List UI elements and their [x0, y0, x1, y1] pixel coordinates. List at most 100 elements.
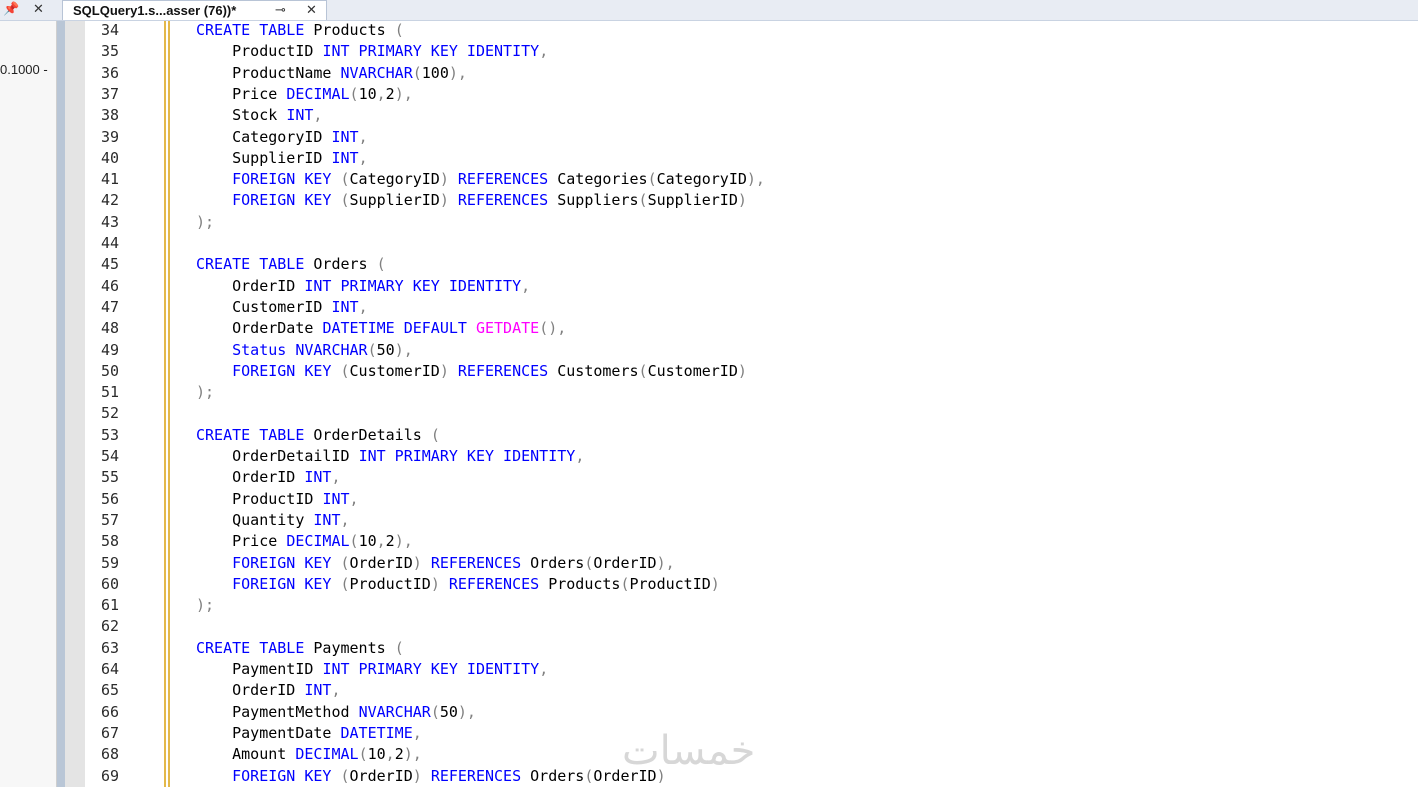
- code-text[interactable]: OrderDate DATETIME DEFAULT GETDATE(),: [196, 318, 566, 339]
- code-line[interactable]: 54 OrderDetailID INT PRIMARY KEY IDENTIT…: [65, 446, 1418, 467]
- query-tab-title[interactable]: SQLQuery1.s...asser (76))*: [73, 1, 236, 20]
- code-line[interactable]: 63 CREATE TABLE Payments (: [65, 638, 1418, 659]
- line-number: 53: [100, 425, 119, 444]
- sql-keyword: INT PRIMARY KEY IDENTITY: [358, 447, 576, 465]
- code-line[interactable]: 61);: [65, 595, 1418, 616]
- code-text[interactable]: OrderDetailID INT PRIMARY KEY IDENTITY,: [196, 446, 584, 467]
- sql-identifier: OrderDetailID: [196, 447, 359, 465]
- sql-identifier: 50: [376, 340, 395, 359]
- code-line[interactable]: 57 Quantity INT,: [65, 510, 1418, 531]
- code-text[interactable]: );: [196, 212, 214, 233]
- sql-punctuation: (: [340, 574, 350, 593]
- line-number: 66: [100, 702, 119, 721]
- code-text[interactable]: CREATE TABLE OrderDetails (: [196, 425, 440, 446]
- code-text[interactable]: CREATE TABLE Orders (: [196, 254, 386, 275]
- sql-punctuation: (: [430, 702, 440, 721]
- code-text[interactable]: CategoryID INT,: [196, 127, 367, 148]
- query-editor[interactable]: 34 CREATE TABLE Products (35 ProductID IN…: [65, 21, 1418, 787]
- code-line[interactable]: 46 OrderID INT PRIMARY KEY IDENTITY,: [65, 276, 1418, 297]
- code-line[interactable]: 65 OrderID INT,: [65, 680, 1418, 701]
- code-line[interactable]: 40 SupplierID INT,: [65, 148, 1418, 169]
- line-number: 59: [100, 553, 119, 572]
- code-line[interactable]: 58 Price DECIMAL(10,2),: [65, 531, 1418, 552]
- code-line[interactable]: 66 PaymentMethod NVARCHAR(50),: [65, 702, 1418, 723]
- code-text[interactable]: OrderID INT,: [196, 680, 340, 701]
- code-text[interactable]: FOREIGN KEY (CategoryID) REFERENCES Cate…: [196, 169, 765, 190]
- sql-keyword: CREATE TABLE: [196, 638, 305, 657]
- code-text[interactable]: Quantity INT,: [196, 510, 349, 531]
- code-line[interactable]: 38 Stock INT,: [65, 105, 1418, 126]
- line-number: 67: [100, 723, 119, 742]
- code-text[interactable]: Price DECIMAL(10,2),: [196, 531, 413, 552]
- code-text[interactable]: CustomerID INT,: [196, 297, 368, 318]
- code-text[interactable]: Stock INT,: [196, 105, 322, 126]
- sql-keyword: REFERENCES: [430, 553, 522, 572]
- sql-identifier: Categories: [548, 170, 648, 189]
- code-text[interactable]: OrderID INT PRIMARY KEY IDENTITY,: [196, 276, 530, 297]
- sql-punctuation: ): [412, 766, 422, 785]
- code-text[interactable]: FOREIGN KEY (OrderID) REFERENCES Orders(…: [196, 766, 666, 787]
- query-tab[interactable]: SQLQuery1.s...asser (76))* ⊸ ✕: [62, 0, 327, 20]
- code-text[interactable]: CREATE TABLE Products (: [196, 20, 404, 41]
- code-line[interactable]: 37 Price DECIMAL(10,2),: [65, 84, 1418, 105]
- code-line[interactable]: 48 OrderDate DATETIME DEFAULT GETDATE(),: [65, 318, 1418, 339]
- sql-punctuation: ,: [358, 297, 368, 316]
- sql-keyword: DATETIME DEFAULT: [322, 319, 467, 338]
- tab-pin-icon[interactable]: ⊸: [275, 1, 286, 21]
- code-line[interactable]: 39 CategoryID INT,: [65, 127, 1418, 148]
- code-line[interactable]: 36 ProductName NVARCHAR(100),: [65, 63, 1418, 84]
- code-line[interactable]: 51);: [65, 382, 1418, 403]
- sql-identifier: [196, 191, 232, 209]
- code-text[interactable]: CREATE TABLE Payments (: [196, 638, 404, 659]
- code-text[interactable]: FOREIGN KEY (CustomerID) REFERENCES Cust…: [196, 361, 747, 382]
- code-text[interactable]: FOREIGN KEY (SupplierID) REFERENCES Supp…: [196, 190, 747, 211]
- code-text[interactable]: Price DECIMAL(10,2),: [196, 84, 413, 105]
- panel-splitter[interactable]: [57, 21, 65, 787]
- tab-close-icon[interactable]: ✕: [306, 1, 317, 21]
- code-text[interactable]: );: [196, 595, 214, 616]
- sql-keyword: INT: [331, 297, 359, 316]
- line-number: 48: [100, 319, 119, 338]
- code-text[interactable]: );: [196, 382, 214, 403]
- code-text[interactable]: OrderID INT,: [196, 467, 341, 488]
- code-line[interactable]: 53 CREATE TABLE OrderDetails (: [65, 425, 1418, 446]
- code-line[interactable]: 42 FOREIGN KEY (SupplierID) REFERENCES S…: [65, 190, 1418, 211]
- line-number: 52: [100, 404, 119, 423]
- sql-keyword: CREATE TABLE: [196, 21, 305, 39]
- code-text[interactable]: Status NVARCHAR(50),: [196, 340, 413, 361]
- code-line[interactable]: 47 CustomerID INT,: [65, 297, 1418, 318]
- code-line[interactable]: 34 CREATE TABLE Products (: [65, 20, 1418, 41]
- code-text[interactable]: ProductName NVARCHAR(100),: [196, 63, 467, 84]
- code-line[interactable]: 45 CREATE TABLE Orders (: [65, 254, 1418, 275]
- code-text[interactable]: Amount DECIMAL(10,2),: [196, 744, 422, 765]
- code-text[interactable]: FOREIGN KEY (OrderID) REFERENCES Orders(…: [196, 553, 675, 574]
- code-line[interactable]: 59 FOREIGN KEY (OrderID) REFERENCES Orde…: [65, 553, 1418, 574]
- code-line[interactable]: 62: [65, 616, 1418, 637]
- sql-identifier: [196, 170, 232, 188]
- code-text[interactable]: SupplierID INT,: [196, 148, 367, 169]
- code-line[interactable]: 43);: [65, 212, 1418, 233]
- code-line[interactable]: 44: [65, 233, 1418, 254]
- sql-punctuation: (: [647, 170, 657, 189]
- code-text[interactable]: ProductID INT,: [196, 489, 358, 510]
- code-line[interactable]: 56 ProductID INT,: [65, 489, 1418, 510]
- line-number: 60: [100, 574, 119, 593]
- sql-punctuation: ,: [331, 468, 341, 487]
- code-line[interactable]: 60 FOREIGN KEY (ProductID) REFERENCES Pr…: [65, 574, 1418, 595]
- pin-icon[interactable]: 📌: [3, 0, 19, 20]
- code-text[interactable]: ProductID INT PRIMARY KEY IDENTITY,: [196, 41, 548, 62]
- code-line[interactable]: 50 FOREIGN KEY (CustomerID) REFERENCES C…: [65, 361, 1418, 382]
- code-text[interactable]: PaymentMethod NVARCHAR(50),: [196, 702, 476, 723]
- code-line[interactable]: 64 PaymentID INT PRIMARY KEY IDENTITY,: [65, 659, 1418, 680]
- code-text[interactable]: PaymentID INT PRIMARY KEY IDENTITY,: [196, 659, 548, 680]
- code-line[interactable]: 49 Status NVARCHAR(50),: [65, 340, 1418, 361]
- code-text[interactable]: PaymentDate DATETIME,: [196, 723, 422, 744]
- code-line[interactable]: 35 ProductID INT PRIMARY KEY IDENTITY,: [65, 41, 1418, 62]
- code-line[interactable]: 55 OrderID INT,: [65, 467, 1418, 488]
- close-icon[interactable]: ✕: [33, 0, 44, 20]
- sql-keyword: REFERENCES: [448, 574, 540, 593]
- code-line[interactable]: 52: [65, 403, 1418, 424]
- code-text[interactable]: FOREIGN KEY (ProductID) REFERENCES Produ…: [196, 574, 720, 595]
- sql-identifier: [449, 362, 458, 380]
- code-line[interactable]: 41 FOREIGN KEY (CategoryID) REFERENCES C…: [65, 169, 1418, 190]
